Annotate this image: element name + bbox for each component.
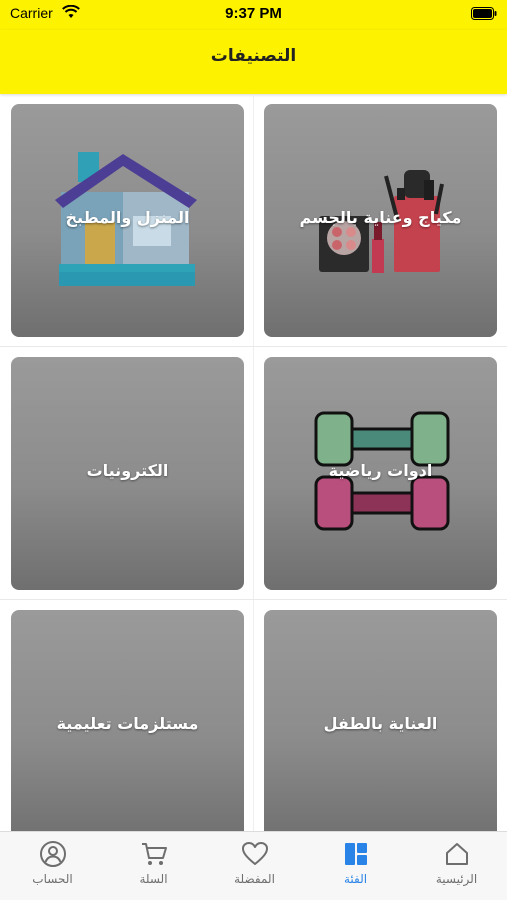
category-grid: مكياج وعناية بالجسم المنزل والمطبخ ادوات… bbox=[0, 95, 507, 831]
category-label: ادوات رياضية bbox=[328, 461, 433, 480]
category-grid-icon bbox=[345, 843, 367, 865]
category-card-baby-care[interactable]: العناية بالطفل bbox=[264, 610, 497, 831]
home-icon bbox=[446, 843, 468, 865]
tab-home[interactable]: الرئيسية bbox=[406, 832, 507, 900]
tab-favorites[interactable]: المفضلة bbox=[204, 832, 305, 900]
status-bar: Carrier 9:37 PM bbox=[0, 0, 507, 30]
category-label: العناية بالطفل bbox=[323, 714, 438, 733]
category-card-sports[interactable]: ادوات رياضية bbox=[264, 357, 497, 590]
category-card-makeup[interactable]: مكياج وعناية بالجسم bbox=[264, 104, 497, 337]
category-label: المنزل والمطبخ bbox=[65, 208, 190, 227]
status-time: 9:37 PM bbox=[225, 5, 282, 22]
tab-label: المفضلة bbox=[234, 872, 275, 886]
category-label: مستلزمات تعليمية bbox=[56, 714, 199, 733]
row-divider bbox=[0, 346, 507, 347]
battery-icon bbox=[471, 7, 497, 20]
tab-label: الحساب bbox=[32, 872, 73, 886]
cart-icon bbox=[142, 843, 167, 865]
row-divider bbox=[0, 599, 507, 600]
heart-icon bbox=[242, 842, 268, 865]
tab-bar: الرئيسية الفئة المفضلة السلة الحساب bbox=[0, 831, 507, 900]
page-title: التصنيفات bbox=[210, 46, 297, 66]
category-label: مكياج وعناية بالجسم bbox=[299, 208, 462, 227]
tab-label: السلة bbox=[139, 872, 168, 886]
tab-account[interactable]: الحساب bbox=[2, 832, 103, 900]
column-divider bbox=[253, 95, 254, 831]
tab-label: الفئة bbox=[343, 872, 368, 886]
category-card-educational-supplies[interactable]: مستلزمات تعليمية bbox=[11, 610, 244, 831]
category-card-home-kitchen[interactable]: المنزل والمطبخ bbox=[11, 104, 244, 337]
tab-category[interactable]: الفئة bbox=[305, 832, 406, 900]
tab-cart[interactable]: السلة bbox=[103, 832, 204, 900]
tab-label: الرئيسية bbox=[435, 872, 478, 886]
category-label: الكترونيات bbox=[86, 461, 169, 480]
category-card-electronics[interactable]: الكترونيات bbox=[11, 357, 244, 590]
account-icon bbox=[40, 841, 66, 867]
nav-bar: التصنيفات bbox=[0, 30, 507, 94]
